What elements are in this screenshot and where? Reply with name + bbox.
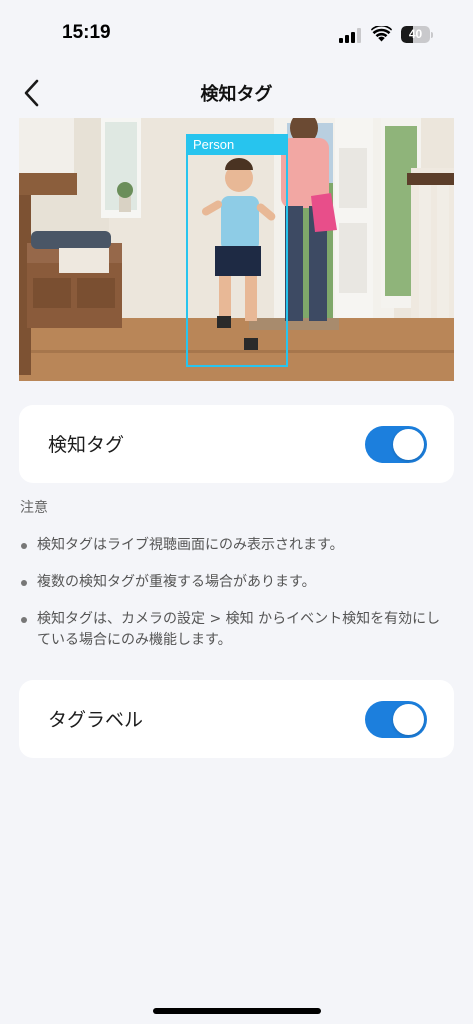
battery-percent: 40	[408, 27, 423, 41]
detection-tag-label: 検知タグ	[48, 434, 125, 456]
toggle-knob	[393, 429, 424, 460]
battery-indicator: 40	[401, 26, 433, 43]
note-item: 検知タグはライブ視聴画面にのみ表示されます。	[20, 535, 445, 556]
wifi-icon	[371, 26, 392, 42]
detection-tag-toggle[interactable]	[365, 426, 427, 463]
nav-bar: 検知タグ	[0, 70, 473, 116]
status-time: 15:19	[62, 22, 111, 43]
detection-tag-card: 検知タグ	[19, 405, 454, 483]
home-indicator[interactable]	[153, 1008, 321, 1014]
cellular-signal-icon	[339, 28, 361, 43]
tag-label-label: タグラベル	[48, 709, 144, 731]
tag-label-toggle[interactable]	[365, 701, 427, 738]
note-item: 複数の検知タグが重複する場合があります。	[20, 572, 445, 593]
camera-preview-image: Person	[19, 118, 454, 381]
toggle-knob	[393, 704, 424, 735]
note-heading: 注意	[20, 500, 48, 516]
page-title: 検知タグ	[200, 84, 273, 105]
note-item: 検知タグは、カメラの設定 > 検知 からイベント検知を有効にしている場合にのみ機…	[20, 609, 445, 651]
detection-box: Person	[186, 134, 288, 367]
status-bar: 15:19 40	[0, 0, 473, 70]
note-list: 検知タグはライブ視聴画面にのみ表示されます。 複数の検知タグが重複する場合があり…	[20, 535, 445, 667]
detection-label: Person	[186, 134, 288, 155]
tag-label-card: タグラベル	[19, 680, 454, 758]
